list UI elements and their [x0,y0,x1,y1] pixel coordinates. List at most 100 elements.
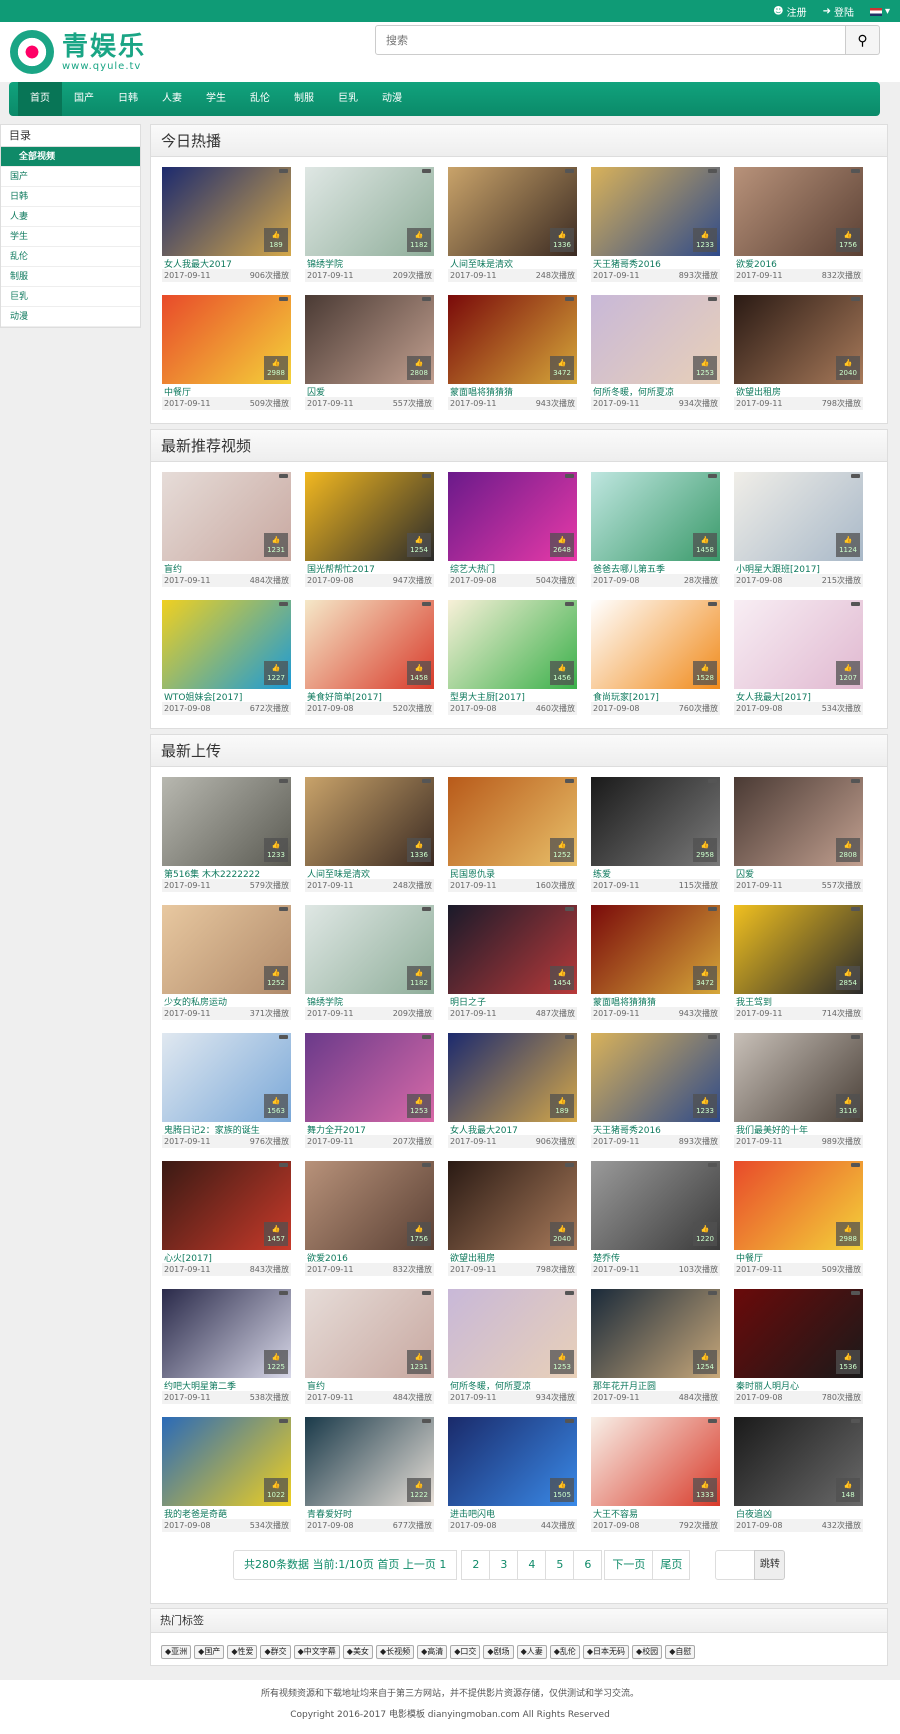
next-page-button[interactable]: 下一页 [604,1550,654,1580]
video-card[interactable]: 👍 1253 何所冬暖，何所夏凉 2017-09-11 934次播放 [448,1279,578,1404]
video-thumbnail[interactable]: 👍 1124 [734,472,863,561]
video-card[interactable]: 👍 1253 何所冬暖，何所夏凉 2017-09-11 934次播放 [591,285,721,410]
video-thumbnail[interactable]: 👍 189 [162,167,291,256]
tag-item[interactable]: ◆人妻 [516,1645,547,1659]
video-card[interactable]: 👍 2854 我王驾到 2017-09-11 714次播放 [734,895,864,1020]
nav-item[interactable]: 首页 [18,82,62,116]
video-card[interactable]: 👍 1253 舞力全开2017 2017-09-11 207次播放 [305,1023,435,1148]
video-card[interactable]: 👍 2808 囚爱 2017-09-11 557次播放 [305,285,435,410]
video-card[interactable]: 👍 2988 中餐厅 2017-09-11 509次播放 [162,285,292,410]
video-thumbnail[interactable]: 👍 1254 [305,472,434,561]
video-thumbnail[interactable]: 👍 3116 [734,1033,863,1122]
video-card[interactable]: 👍 1227 WTO姐妹会[2017] 2017-09-08 672次播放 [162,590,292,715]
video-thumbnail[interactable]: 👍 1336 [448,167,577,256]
tag-item[interactable]: ◆群交 [260,1645,291,1659]
sidebar-item[interactable]: 学生 [1,227,140,247]
video-thumbnail[interactable]: 👍 148 [734,1417,863,1506]
video-card[interactable]: 👍 1231 盲约 2017-09-11 484次播放 [162,462,292,587]
video-card[interactable]: 👍 148 白夜追凶 2017-09-08 432次播放 [734,1407,864,1532]
video-card[interactable]: 👍 1336 人间至味是清欢 2017-09-11 248次播放 [305,767,435,892]
video-card[interactable]: 👍 1528 食尚玩家[2017] 2017-09-08 760次播放 [591,590,721,715]
nav-item[interactable]: 日韩 [106,82,150,116]
video-thumbnail[interactable]: 👍 1536 [734,1289,863,1378]
video-card[interactable]: 👍 1454 明日之子 2017-09-11 487次播放 [448,895,578,1020]
sidebar-item[interactable]: 巨乳 [1,287,140,307]
video-thumbnail[interactable]: 👍 1233 [591,167,720,256]
video-thumbnail[interactable]: 👍 1182 [305,905,434,994]
video-thumbnail[interactable]: 👍 2808 [734,777,863,866]
video-card[interactable]: 👍 2808 囚爱 2017-09-11 557次播放 [734,767,864,892]
video-card[interactable]: 👍 1124 小明星大跟班[2017] 2017-09-08 215次播放 [734,462,864,587]
video-card[interactable]: 👍 1333 大王不容易 2017-09-08 792次播放 [591,1407,721,1532]
video-card[interactable]: 👍 1458 爸爸去哪儿第五季 2017-09-08 28次播放 [591,462,721,587]
login-link[interactable]: ➜ 登陆 [823,4,854,19]
video-card[interactable]: 👍 1231 盲约 2017-09-11 484次播放 [305,1279,435,1404]
video-thumbnail[interactable]: 👍 1253 [305,1033,434,1122]
video-thumbnail[interactable]: 👍 1022 [162,1417,291,1506]
nav-item[interactable]: 巨乳 [326,82,370,116]
video-card[interactable]: 👍 3472 蒙面唱将猜猜猜 2017-09-11 943次播放 [448,285,578,410]
jump-button[interactable]: 跳转 [754,1550,786,1580]
video-card[interactable]: 👍 1022 我的老爸是奇葩 2017-09-08 534次播放 [162,1407,292,1532]
search-button[interactable]: ⚲ [846,25,880,55]
language-selector[interactable]: ▾ [869,4,890,19]
sidebar-item[interactable]: 日韩 [1,187,140,207]
tag-item[interactable]: ◆口交 [450,1645,481,1659]
last-page-button[interactable]: 尾页 [652,1550,691,1580]
nav-item[interactable]: 人妻 [150,82,194,116]
video-card[interactable]: 👍 1233 天王猪哥秀2016 2017-09-11 893次播放 [591,1023,721,1148]
video-card[interactable]: 👍 2040 欲望出租房 2017-09-11 798次播放 [734,285,864,410]
tag-item[interactable]: ◆自慰 [665,1645,696,1659]
video-thumbnail[interactable]: 👍 1336 [305,777,434,866]
video-thumbnail[interactable]: 👍 2988 [734,1161,863,1250]
video-thumbnail[interactable]: 👍 1756 [734,167,863,256]
nav-item[interactable]: 国产 [62,82,106,116]
video-card[interactable]: 👍 1254 那年花开月正圆 2017-09-11 484次播放 [591,1279,721,1404]
sidebar-item[interactable]: 人妻 [1,207,140,227]
video-card[interactable]: 👍 1456 型男大主厨[2017] 2017-09-08 460次播放 [448,590,578,715]
video-card[interactable]: 👍 1252 少女的私房运动 2017-09-11 371次播放 [162,895,292,1020]
video-thumbnail[interactable]: 👍 1233 [591,1033,720,1122]
video-thumbnail[interactable]: 👍 1231 [305,1289,434,1378]
video-thumbnail[interactable]: 👍 1233 [162,777,291,866]
sidebar-item[interactable]: 国产 [1,167,140,187]
video-card[interactable]: 👍 1225 约吧大明星第二季 2017-09-11 538次播放 [162,1279,292,1404]
video-card[interactable]: 👍 1458 美食好简单[2017] 2017-09-08 520次播放 [305,590,435,715]
first-page-link[interactable]: 首页 [377,1558,399,1571]
video-card[interactable]: 👍 1182 锦绣学院 2017-09-11 209次播放 [305,157,435,282]
nav-item[interactable]: 制服 [282,82,326,116]
video-thumbnail[interactable]: 👍 1457 [162,1161,291,1250]
jump-page-input[interactable] [715,1550,756,1580]
video-thumbnail[interactable]: 👍 1528 [591,600,720,689]
video-card[interactable]: 👍 1233 天王猪哥秀2016 2017-09-11 893次播放 [591,157,721,282]
sidebar-item[interactable]: 动漫 [1,307,140,327]
prev-page-link[interactable]: 上一页 [403,1558,436,1571]
video-thumbnail[interactable]: 👍 1563 [162,1033,291,1122]
nav-item[interactable]: 学生 [194,82,238,116]
video-card[interactable]: 👍 1563 鬼腾日记2：家族的诞生 2017-09-11 976次播放 [162,1023,292,1148]
video-thumbnail[interactable]: 👍 1207 [734,600,863,689]
tag-item[interactable]: ◆高清 [417,1645,448,1659]
tag-item[interactable]: ◆校园 [632,1645,663,1659]
video-thumbnail[interactable]: 👍 2854 [734,905,863,994]
page-number-button[interactable]: 4 [517,1550,547,1580]
tag-item[interactable]: ◆长视频 [375,1645,415,1659]
video-card[interactable]: 👍 1233 第516集 木木2222222 2017-09-11 579次播放 [162,767,292,892]
video-thumbnail[interactable]: 👍 1456 [448,600,577,689]
video-card[interactable]: 👍 1756 欲爱2016 2017-09-11 832次播放 [305,1151,435,1276]
video-thumbnail[interactable]: 👍 1253 [591,295,720,384]
video-card[interactable]: 👍 2648 综艺大热门 2017-09-08 504次播放 [448,462,578,587]
video-thumbnail[interactable]: 👍 2988 [162,295,291,384]
video-card[interactable]: 👍 1536 秦时丽人明月心 2017-09-08 780次播放 [734,1279,864,1404]
video-card[interactable]: 👍 1220 楚乔传 2017-09-11 103次播放 [591,1151,721,1276]
video-thumbnail[interactable]: 👍 2040 [448,1161,577,1250]
register-link[interactable]: ☻ 注册 [773,4,806,19]
video-thumbnail[interactable]: 👍 1231 [162,472,291,561]
tag-item[interactable]: ◆性爱 [227,1645,258,1659]
search-input[interactable] [375,25,846,55]
video-thumbnail[interactable]: 👍 1227 [162,600,291,689]
sidebar-item[interactable]: 制服 [1,267,140,287]
video-card[interactable]: 👍 2040 欲望出租房 2017-09-11 798次播放 [448,1151,578,1276]
video-card[interactable]: 👍 2958 练爱 2017-09-11 115次播放 [591,767,721,892]
video-card[interactable]: 👍 1252 民国恩仇录 2017-09-11 160次播放 [448,767,578,892]
